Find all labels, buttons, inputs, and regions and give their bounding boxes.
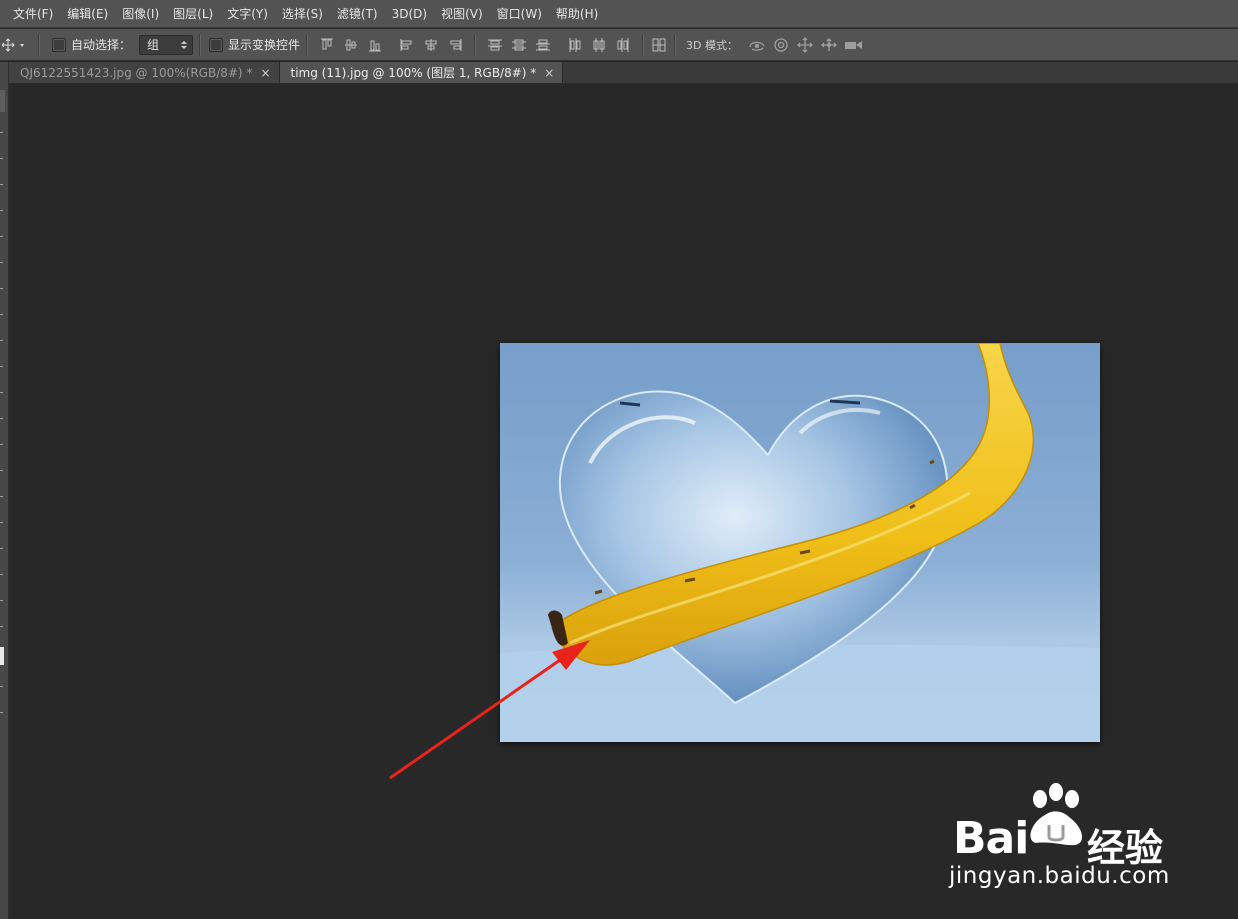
- baidu-paw-icon: [1030, 783, 1083, 846]
- watermark-url: jingyan.baidu.com: [949, 863, 1170, 889]
- baidu-watermark: Bai 经验 jingyan.baidu.com: [945, 783, 1185, 893]
- annotation-arrow: [389, 640, 590, 780]
- watermark-brand: Bai: [953, 813, 1029, 864]
